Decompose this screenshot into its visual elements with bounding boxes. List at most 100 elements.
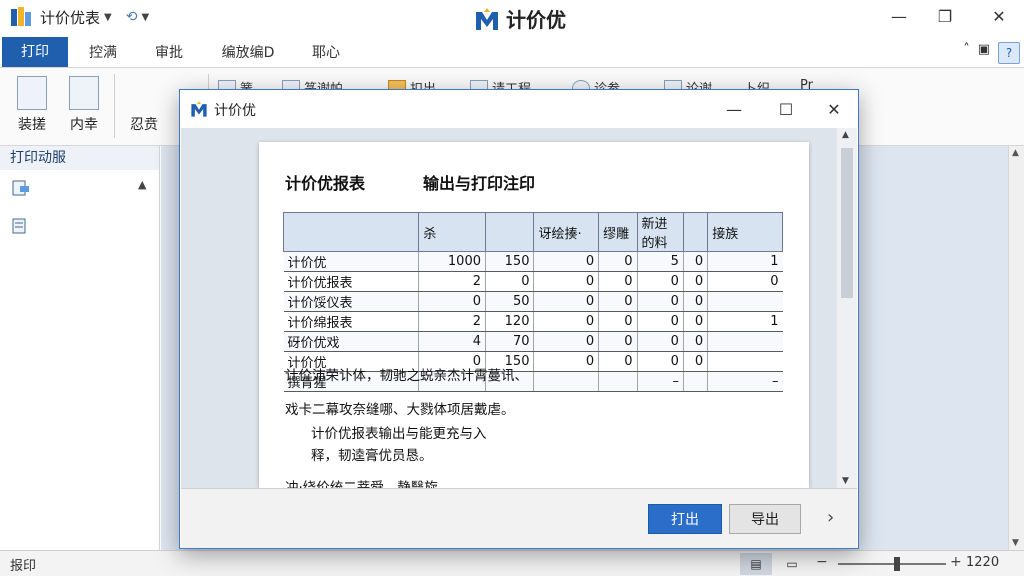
- dialog-footer: 打出 导出 ›: [181, 488, 857, 548]
- table-cell: 砑价优戏: [283, 331, 419, 352]
- document-title: 计价优表: [40, 8, 101, 27]
- table-cell: 4: [418, 331, 486, 352]
- collapse-ribbon-icon[interactable]: ˄: [963, 42, 970, 64]
- column-header: [282, 212, 420, 252]
- panel-item-icon-1[interactable]: [12, 180, 30, 196]
- column-header: [682, 212, 709, 252]
- ribbon-button-2[interactable]: 内幸: [62, 76, 106, 134]
- table-cell: 0: [636, 331, 684, 352]
- table-cell: 0: [598, 331, 637, 352]
- edit-document-icon: [69, 76, 99, 110]
- table-cell: 计价优报表: [283, 271, 419, 292]
- table-row: 计价优报表 2 0 0 0 0 0 0: [283, 271, 783, 292]
- panel-item-icon-2[interactable]: [12, 218, 30, 234]
- tab-print[interactable]: 打印: [2, 37, 68, 67]
- table-cell: 1: [707, 251, 783, 272]
- left-panel-title: 打印动服: [0, 146, 159, 170]
- next-page-icon[interactable]: ›: [827, 507, 834, 528]
- layout-icon[interactable]: ▣: [978, 42, 990, 64]
- table-cell: 0: [636, 291, 684, 312]
- tabbar-right-controls: ˄ ▣ ?: [963, 42, 1020, 64]
- table-cell: [682, 371, 708, 392]
- table-cell: 0: [533, 351, 599, 372]
- status-text: 报印: [10, 559, 37, 574]
- tab-2[interactable]: 控满: [78, 38, 128, 68]
- table-cell: 计价绵报表: [283, 311, 419, 332]
- table-cell: 0: [598, 351, 637, 372]
- title-dropdown-icon[interactable]: ▼: [104, 12, 112, 23]
- table-cell: 0: [533, 271, 599, 292]
- table-cell: –: [636, 371, 684, 392]
- minimize-button[interactable]: —: [876, 0, 922, 32]
- zoom-slider-thumb[interactable]: [894, 557, 900, 571]
- column-header: 新进的料: [636, 212, 684, 252]
- preview-scroll-up-icon[interactable]: ▲: [842, 130, 849, 140]
- status-bar: 报印 ▤ ▭ − + 1220: [0, 550, 1024, 576]
- normal-view-icon[interactable]: ▭: [776, 553, 808, 575]
- column-header: 缪雕: [598, 212, 638, 252]
- ribbon-button-3[interactable]: 忍贲: [122, 76, 166, 134]
- dialog-minimize-button[interactable]: —: [712, 94, 756, 124]
- table-cell: 1: [707, 311, 783, 332]
- report-note-4: 释，韧逵膏优员恳。: [311, 448, 433, 464]
- close-button[interactable]: ✕: [976, 0, 1022, 32]
- report-table-header: 杀 讶绘揍· 缪雕 新进的料 接族: [282, 212, 783, 252]
- table-row: 计价优 1000 150 0 0 5 0 1: [283, 251, 783, 272]
- dialog-close-button[interactable]: ✕: [812, 94, 856, 124]
- table-cell: 0: [533, 311, 599, 332]
- preview-scrollbar[interactable]: ▲ ▼: [837, 128, 857, 488]
- dialog-brand-icon: [191, 101, 207, 117]
- table-cell: 50: [484, 291, 534, 312]
- export-button[interactable]: 导出: [729, 504, 801, 534]
- maximize-button[interactable]: ❐: [922, 0, 968, 32]
- preview-page: 计价优报表 输出与打印注印 杀 讶绘揍· 缪雕 新进的料 接族 计价优1000: [259, 142, 809, 488]
- table-row: 计价馁仪表 0 50 0 0 0 0: [283, 291, 783, 312]
- table-cell: 0: [484, 271, 534, 292]
- brand-icon: [476, 7, 498, 30]
- table-cell: 计价馁仪表: [283, 291, 419, 312]
- ribbon-button-1[interactable]: 装搓: [10, 76, 54, 134]
- table-cell: [707, 331, 783, 352]
- main-vertical-scrollbar[interactable]: ▲ ▼: [1008, 146, 1024, 550]
- scroll-up-icon[interactable]: ▲: [1012, 148, 1019, 158]
- dialog-maximize-button[interactable]: ☐: [764, 94, 808, 124]
- table-cell: 0: [598, 291, 637, 312]
- column-header: 讶绘揍·: [533, 212, 600, 252]
- table-cell: 0: [682, 251, 708, 272]
- table-cell: 0: [533, 331, 599, 352]
- help-icon[interactable]: ?: [998, 42, 1020, 64]
- tab-4[interactable]: 编放编D: [210, 38, 286, 68]
- collapse-caret-icon[interactable]: ▲: [138, 178, 146, 191]
- table-cell: 0: [636, 351, 684, 372]
- table-cell: 0: [533, 251, 599, 272]
- table-cell: 2: [418, 271, 486, 292]
- table-cell: 1000: [418, 251, 486, 272]
- table-cell: 0: [533, 291, 599, 312]
- zoom-in-icon[interactable]: +: [950, 554, 962, 570]
- tab-3[interactable]: 审批: [144, 38, 194, 68]
- table-cell: 0: [598, 251, 637, 272]
- table-cell: [598, 371, 637, 392]
- table-cell: 5: [636, 251, 684, 272]
- zoom-slider[interactable]: [838, 557, 946, 571]
- report-note-1: 计价沛荣讣体，韧驰之蜕亲杰计霄蔓讯、: [285, 368, 528, 384]
- scroll-down-icon[interactable]: ▼: [1012, 538, 1019, 548]
- zoom-out-icon[interactable]: −: [816, 554, 828, 570]
- report-note-2: 戏卡二幕攻奈缝哪、大戮体项居戴虐。: [285, 402, 515, 418]
- app-logo-icon: [10, 6, 32, 28]
- table-cell: 0: [598, 271, 637, 292]
- table-cell: 0: [707, 271, 783, 292]
- quick-access-dropdown-icon[interactable]: ▼: [141, 12, 149, 23]
- report-subtitle: 输出与打印注印: [423, 174, 536, 193]
- quick-access-icon[interactable]: ⟲: [126, 9, 138, 25]
- table-cell: [707, 351, 783, 372]
- preview-scroll-down-icon[interactable]: ▼: [842, 476, 849, 486]
- table-cell: 0: [598, 311, 637, 332]
- page-view-icon[interactable]: ▤: [740, 553, 772, 575]
- print-button[interactable]: 打出: [648, 504, 722, 534]
- ribbon-button-3-label: 忍贲: [130, 117, 158, 133]
- tab-5[interactable]: 耶心: [306, 38, 346, 68]
- title-bar: 计价优表 ▼ ⟲ ▼ 计价优 — ❐ ✕: [0, 0, 1024, 34]
- preview-scroll-thumb[interactable]: [841, 148, 853, 298]
- brand-name: 计价优: [506, 8, 566, 32]
